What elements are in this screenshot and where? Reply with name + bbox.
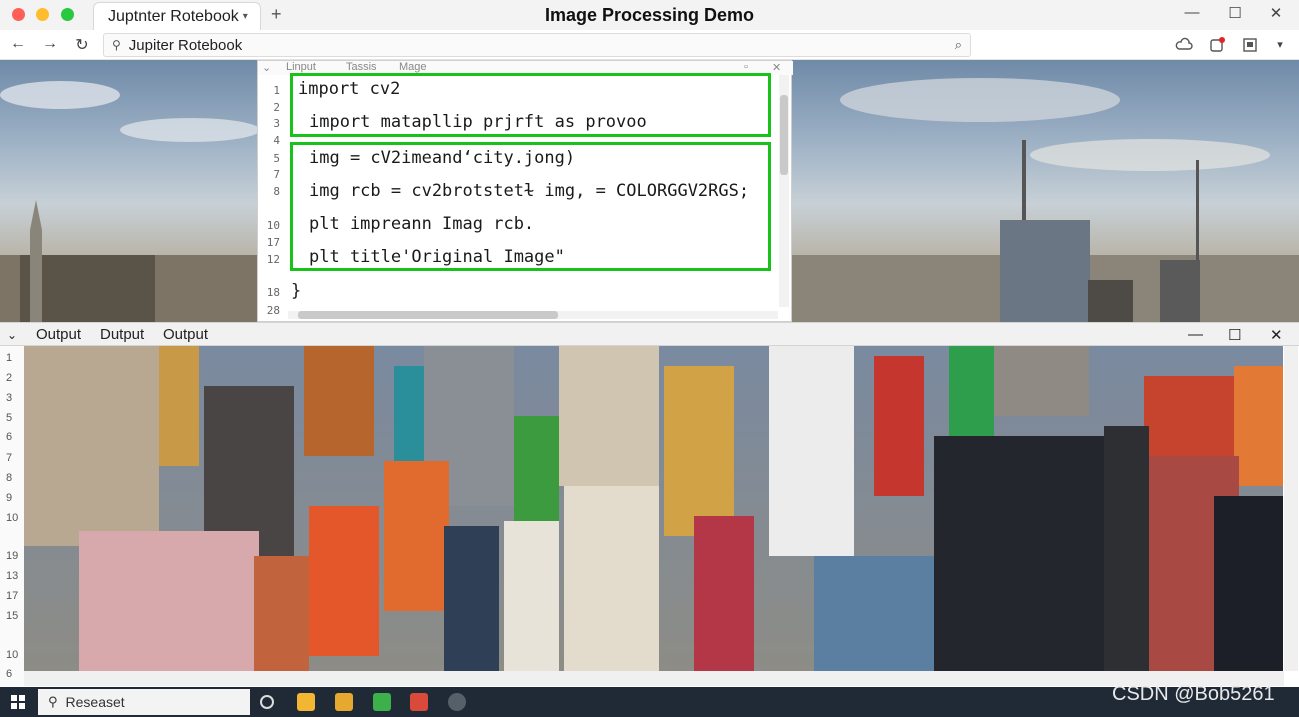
browser-tab[interactable]: Juptnter Rotebook ▾ (93, 2, 261, 30)
new-tab-button[interactable]: + (271, 4, 282, 25)
line-number: 15 (6, 610, 19, 622)
title-bar: Juptnter Rotebook ▾ + Image Processing D… (0, 0, 1299, 30)
editor-horizontal-scrollbar[interactable] (288, 311, 778, 319)
output-maximize-button[interactable]: ☐ (1228, 326, 1241, 344)
minimize-button[interactable]: — (1182, 4, 1202, 21)
line-number: 13 (6, 570, 19, 582)
reload-button[interactable]: ↻ (72, 35, 92, 55)
line-number: 7 (273, 168, 280, 181)
scroll-thumb[interactable] (298, 311, 558, 319)
editor-square-icon[interactable]: ▫ (744, 61, 748, 73)
line-number: 8 (6, 472, 13, 484)
watermark: CSDN @Bob5261 (1112, 683, 1275, 705)
maximize-button[interactable]: ☐ (1225, 4, 1245, 22)
line-number: 6 (6, 668, 13, 680)
line-number: 5 (273, 152, 280, 165)
line-number: 2 (6, 372, 13, 384)
forward-button[interactable]: → (40, 35, 60, 53)
menu-chevron-icon[interactable]: ▾ (1270, 38, 1290, 51)
close-button[interactable]: ✕ (1266, 4, 1286, 22)
import-highlight-box (290, 73, 771, 137)
line-number-gutter: 1 2 3 4 5 7 8 10 17 12 18 28 (258, 75, 284, 317)
search-icon: ⚲ (48, 694, 58, 709)
output-horizontal-scrollbar[interactable] (24, 671, 1284, 686)
minimize-dot[interactable] (36, 8, 49, 21)
editor-vertical-scrollbar[interactable] (779, 75, 789, 307)
line-number: 7 (6, 452, 13, 464)
editor-tab-mage[interactable]: Mage (399, 61, 427, 73)
line-number: 28 (266, 304, 280, 317)
line-number: 19 (6, 550, 19, 562)
output-panel-header: ⌄ Output Dutput Output — ☐ ✕ (0, 322, 1299, 346)
output-tab[interactable]: Output (163, 326, 208, 343)
taskbar-search-input[interactable]: ⚲ Reseaset (38, 689, 250, 715)
panel-toggle-icon[interactable]: ⌄ (7, 328, 17, 342)
taskbar: ⚲ Reseaset (0, 687, 1299, 717)
line-number: 10 (6, 649, 19, 661)
output-tab[interactable]: Output (36, 326, 81, 343)
output-vertical-scrollbar[interactable] (1284, 346, 1298, 671)
windows-start-icon[interactable] (11, 695, 25, 709)
editor-tab-input[interactable]: Linput (286, 61, 316, 73)
line-number: 12 (266, 253, 280, 266)
scroll-thumb[interactable] (780, 95, 788, 175)
line-number: 18 (266, 286, 280, 299)
tab-label: Juptnter Rotebook (108, 7, 239, 25)
task-view-icon[interactable] (260, 695, 274, 709)
output-city-image (24, 346, 1283, 671)
extension-icon[interactable] (1241, 36, 1259, 54)
app-icon-red[interactable] (410, 693, 428, 711)
editor-tab-tassis[interactable]: Tassis (346, 61, 377, 73)
zoom-icon[interactable]: ⌕ (955, 37, 962, 53)
collapse-icon[interactable]: ⌄ (262, 61, 271, 74)
line-number: 1 (6, 352, 13, 364)
line-number: 9 (6, 492, 13, 504)
code-highlight-box (290, 142, 771, 271)
output-line-gutter: 1 2 3 5 6 7 8 9 10 19 13 17 15 10 6 (0, 346, 24, 686)
output-minimize-button[interactable]: — (1188, 326, 1203, 343)
code-line[interactable]: } (291, 281, 301, 301)
line-number: 2 (273, 101, 280, 114)
chevron-down-icon[interactable]: ▾ (243, 11, 248, 22)
file-explorer-icon[interactable] (297, 693, 315, 711)
line-number: 17 (6, 590, 19, 602)
line-number: 6 (6, 431, 13, 443)
back-button[interactable]: ← (8, 35, 28, 53)
line-number: 4 (273, 134, 280, 147)
line-number: 17 (266, 236, 280, 249)
close-dot[interactable] (12, 8, 25, 21)
line-number: 3 (273, 117, 280, 130)
location-pin-icon: ⚲ (112, 38, 121, 52)
address-input[interactable]: ⚲ Jupiter Rotebook ⌕ (103, 33, 971, 57)
line-number: 10 (266, 219, 280, 232)
editor-close-button[interactable]: ✕ (772, 61, 781, 74)
zoom-dot[interactable] (61, 8, 74, 21)
folder-icon[interactable] (335, 693, 353, 711)
output-tab[interactable]: Dutput (100, 326, 144, 343)
line-number: 10 (6, 512, 19, 524)
navigation-bar: ← → ↻ ⚲ Jupiter Rotebook ⌕ ▾ (0, 30, 1299, 60)
code-editor: ⌄ Linput Tassis Mage ▫ ✕ 1 2 3 4 5 7 8 1… (257, 60, 793, 322)
search-label: Reseaset (65, 694, 125, 710)
chat-icon[interactable] (448, 693, 466, 711)
line-number: 5 (6, 412, 13, 424)
line-number: 3 (6, 392, 13, 404)
city-buildings-illustration (24, 346, 1283, 671)
line-number: 8 (273, 185, 280, 198)
notification-icon[interactable] (1208, 36, 1226, 54)
line-number: 1 (273, 84, 280, 97)
output-close-button[interactable]: ✕ (1270, 326, 1283, 344)
cloud-icon[interactable] (1175, 36, 1193, 54)
url-text: Jupiter Rotebook (128, 36, 243, 54)
app-icon[interactable] (373, 693, 391, 711)
